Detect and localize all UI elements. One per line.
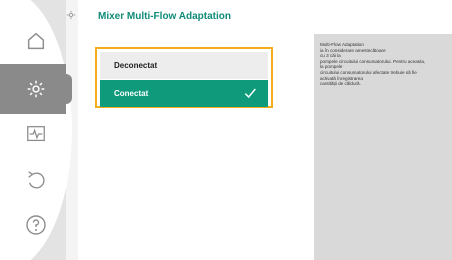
nav-settings[interactable] [16, 74, 56, 104]
nav-monitor[interactable] [16, 119, 56, 149]
page-title: Mixer Multi-Flow Adaptation [98, 11, 231, 22]
undo-icon [28, 171, 45, 189]
option-label: Deconectat [114, 61, 158, 70]
settings-gear-small-icon [66, 10, 76, 20]
option-conectat[interactable]: Conectat [100, 80, 268, 107]
help-line: cantității de căldură. [320, 81, 361, 87]
nav-undo[interactable] [16, 165, 56, 195]
screen: Mixer Multi-Flow Adaptation Deconectat C… [0, 0, 452, 260]
home-icon [27, 32, 45, 50]
left-nav-bar [0, 0, 72, 260]
option-deconectat[interactable]: Deconectat [100, 52, 268, 79]
nav-help[interactable] [16, 210, 56, 240]
option-label: Conectat [114, 89, 149, 98]
help-panel: Multi-Flow Adaptation ia în considerare … [314, 34, 452, 260]
content-area: Mixer Multi-Flow Adaptation Deconectat C… [66, 0, 452, 260]
checkmark-icon [244, 88, 256, 99]
nav-home[interactable] [16, 26, 56, 56]
help-icon [26, 215, 46, 235]
monitor-icon [27, 126, 45, 142]
settings-icon [27, 80, 45, 98]
option-list: Deconectat Conectat [95, 47, 273, 108]
